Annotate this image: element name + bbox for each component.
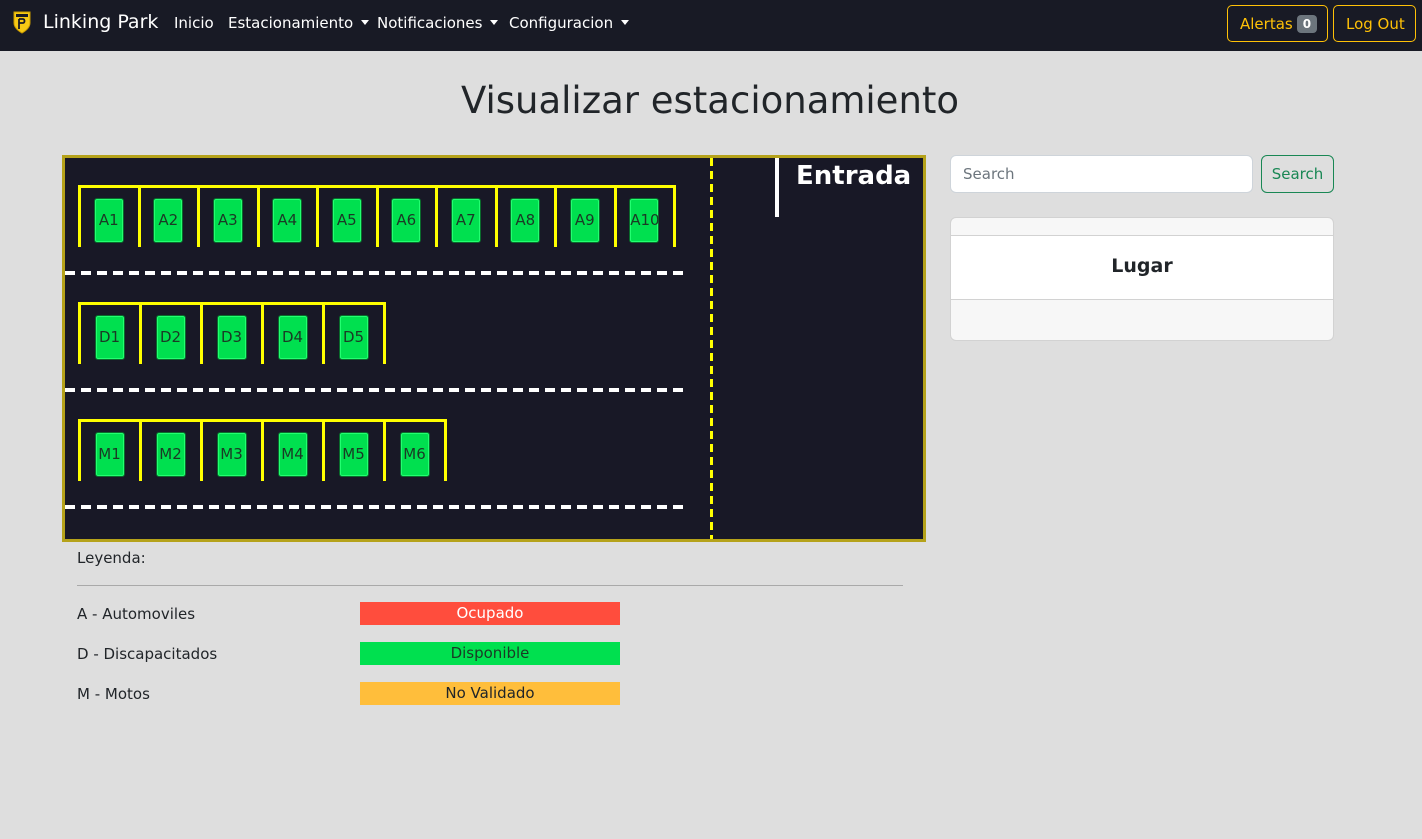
parking-spot-a10[interactable]: A10: [629, 198, 660, 243]
bay-divider-line: [554, 185, 557, 247]
bay-divider-line: [200, 302, 203, 364]
bay-divider-line: [139, 419, 142, 481]
bay-divider-line: [322, 302, 325, 364]
search-button[interactable]: Search: [1261, 155, 1334, 193]
page-title: Visualizar estacionamiento: [460, 79, 960, 122]
lane-divider-line: [710, 158, 713, 539]
lane-dashed-line: [65, 271, 687, 275]
parking-spot-a7[interactable]: A7: [450, 198, 481, 243]
parking-spot-d2[interactable]: D2: [155, 315, 186, 360]
legend-status-no-validado: No Validado: [360, 682, 620, 705]
caret-down-icon: [621, 20, 630, 25]
alerts-count-badge: 0: [1296, 15, 1318, 33]
nav-configuracion-dropdown[interactable]: Configuracion: [509, 14, 630, 32]
parking-spot-m4[interactable]: M4: [277, 432, 308, 477]
parking-spot-a8[interactable]: A8: [510, 198, 541, 243]
bay-divider-line: [494, 185, 498, 247]
bay-divider-line: [435, 185, 438, 247]
parking-lot-map: A1 A2 A3 A4 A5 A6 A7 A8 A9 A10 D1 D2 D3 D4 D5 M1 M2 M3 M4 M…: [62, 155, 926, 542]
parking-spot-d4[interactable]: D4: [277, 315, 308, 360]
alerts-button[interactable]: Alertas 0: [1227, 5, 1328, 42]
legend-title: Leyenda:: [77, 549, 146, 567]
bay-divider-line: [322, 419, 325, 481]
bay-divider-line: [197, 185, 200, 247]
parking-spot-m1[interactable]: M1: [94, 432, 125, 477]
spot-info-card: Lugar: [950, 217, 1334, 341]
nav-notificaciones-dropdown[interactable]: Notificaciones: [377, 14, 499, 32]
parking-spot-a9[interactable]: A9: [569, 198, 600, 243]
bay-divider-line: [200, 419, 203, 481]
card-title: Lugar: [1111, 255, 1173, 277]
bay-divider-line: [78, 185, 81, 247]
navbar: Linking Park Inicio Estacionamiento Noti…: [0, 0, 1422, 51]
caret-down-icon: [490, 20, 499, 25]
logout-label: Log Out: [1346, 15, 1405, 33]
brand-name[interactable]: Linking Park: [43, 11, 158, 33]
bay-divider-line: [78, 302, 81, 364]
parking-spot-m2[interactable]: M2: [155, 432, 186, 477]
nav-inicio[interactable]: Inicio: [174, 14, 214, 32]
bay-divider-line: [444, 419, 447, 481]
legend-status-disponible: Disponible: [360, 642, 620, 665]
parking-spot-a5[interactable]: A5: [331, 198, 362, 243]
linking-park-logo-icon[interactable]: [12, 10, 32, 34]
bay-divider-line: [137, 185, 141, 247]
card-body: Lugar: [951, 235, 1333, 300]
parking-spot-m5[interactable]: M5: [338, 432, 369, 477]
bay-divider-line: [256, 185, 260, 247]
bay-divider-line: [261, 302, 264, 364]
legend-type-automoviles: A - Automoviles: [77, 605, 196, 623]
nav-configuracion-label: Configuracion: [509, 14, 614, 32]
entrance-label: Entrada: [796, 161, 912, 191]
legend-type-discapacitados: D - Discapacitados: [77, 645, 218, 663]
bay-divider-line: [383, 302, 386, 364]
lane-dashed-line: [65, 505, 687, 509]
parking-spot-a6[interactable]: A6: [391, 198, 422, 243]
logout-button[interactable]: Log Out: [1333, 5, 1416, 42]
parking-spot-d1[interactable]: D1: [94, 315, 125, 360]
parking-spot-m6[interactable]: M6: [399, 432, 430, 477]
bay-divider-line: [375, 185, 379, 247]
nav-notificaciones-label: Notificaciones: [377, 14, 483, 32]
legend-status-ocupado: Ocupado: [360, 602, 620, 625]
bay-divider-line: [316, 185, 319, 247]
entrance-gate-bar: [775, 158, 779, 217]
parking-spot-d3[interactable]: D3: [216, 315, 247, 360]
parking-spot-a2[interactable]: A2: [153, 198, 184, 243]
bay-divider-line: [139, 302, 142, 364]
nav-estacionamiento-label: Estacionamiento: [228, 14, 354, 32]
legend-type-motos: M - Motos: [77, 685, 150, 703]
parking-spot-a3[interactable]: A3: [212, 198, 243, 243]
bay-top-line: [78, 302, 386, 305]
parking-spot-d5[interactable]: D5: [338, 315, 369, 360]
bay-divider-line: [673, 185, 676, 247]
caret-down-icon: [361, 20, 370, 25]
nav-estacionamiento-dropdown[interactable]: Estacionamiento: [228, 14, 370, 32]
lane-dashed-line: [65, 388, 687, 392]
parking-spot-a4[interactable]: A4: [272, 198, 303, 243]
search-input[interactable]: [950, 155, 1253, 193]
bay-divider-line: [78, 419, 81, 481]
bay-divider-line: [613, 185, 617, 247]
nav-inicio-label: Inicio: [174, 14, 214, 32]
bay-divider-line: [383, 419, 386, 481]
bay-divider-line: [261, 419, 264, 481]
parking-spot-a1[interactable]: A1: [93, 198, 124, 243]
legend-divider: [77, 585, 903, 586]
parking-spot-m3[interactable]: M3: [216, 432, 247, 477]
alerts-label: Alertas: [1240, 15, 1293, 33]
